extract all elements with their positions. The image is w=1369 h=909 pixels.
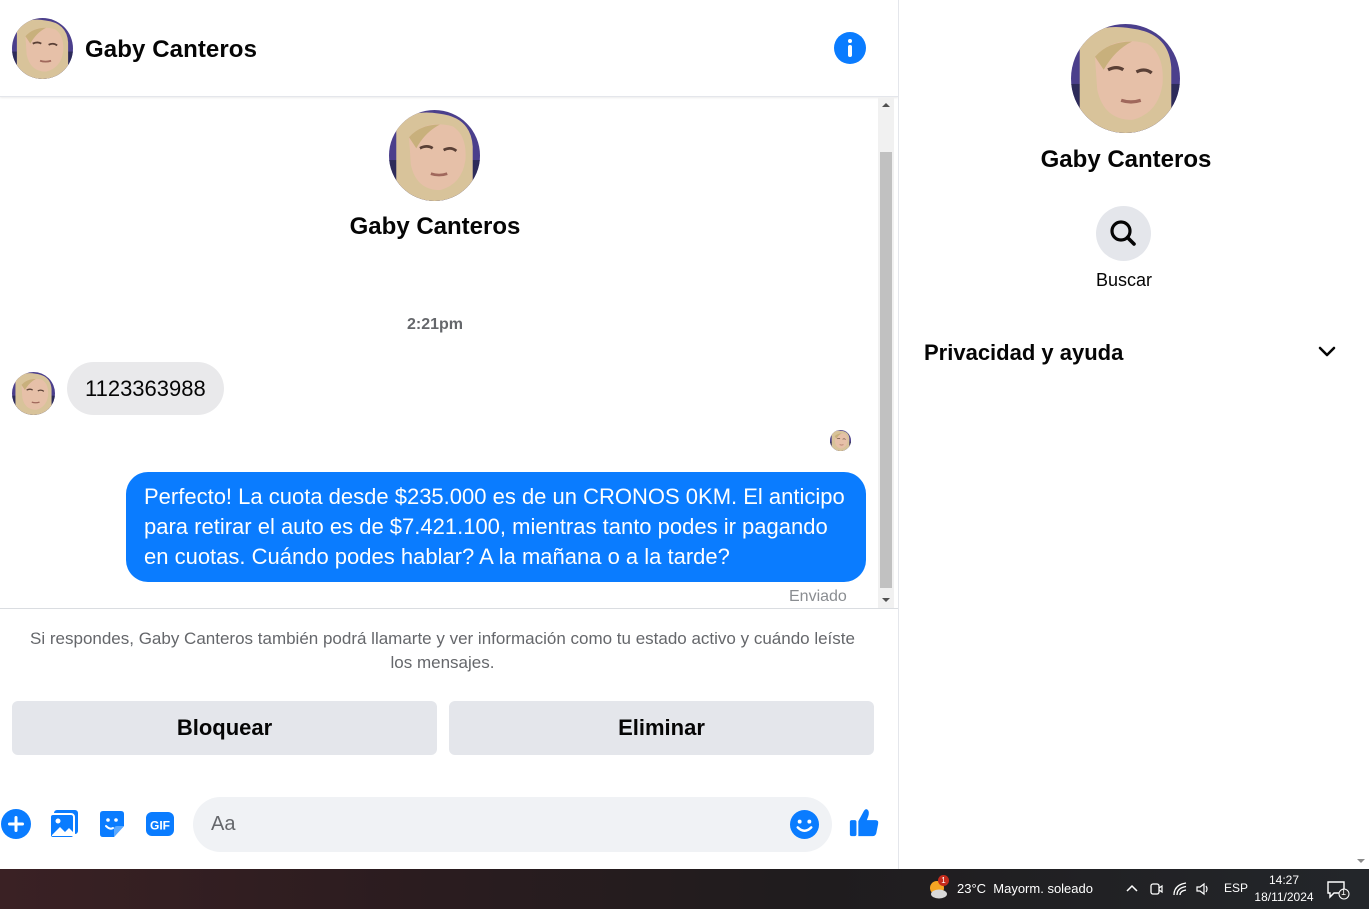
scrollbar[interactable]	[878, 97, 894, 608]
details-contact-name: Gaby Canteros	[1040, 146, 1212, 173]
search-button[interactable]	[1096, 206, 1151, 261]
read-receipt-avatar	[830, 430, 851, 451]
chevron-down-icon	[1318, 346, 1336, 357]
message-composer	[193, 797, 832, 852]
gif-icon[interactable]: GIF	[144, 808, 176, 840]
sticker-icon[interactable]	[96, 808, 128, 840]
avatar[interactable]	[12, 372, 55, 415]
scroll-down-arrow-icon[interactable]	[1356, 857, 1366, 865]
weather-badge: 1	[938, 875, 949, 886]
page-scrollbar[interactable]	[1353, 0, 1369, 869]
scroll-thumb[interactable]	[880, 152, 892, 588]
divider	[0, 608, 898, 609]
language-indicator[interactable]: ESP	[1224, 881, 1248, 895]
message-status: Enviado	[789, 588, 847, 605]
block-button[interactable]: Bloquear	[12, 701, 437, 755]
avatar[interactable]	[12, 18, 73, 79]
avatar[interactable]	[1071, 24, 1180, 133]
like-icon[interactable]	[848, 807, 880, 839]
meet-now-icon[interactable]	[1148, 881, 1164, 897]
photo-icon[interactable]	[48, 808, 80, 840]
incoming-message[interactable]: 1123363988	[67, 362, 224, 415]
scroll-down-arrow-icon[interactable]	[878, 592, 894, 608]
avatar[interactable]	[389, 110, 480, 201]
info-icon[interactable]	[834, 32, 866, 64]
details-panel: Gaby Canteros Buscar Privacidad y ayuda	[898, 0, 1369, 869]
request-notice: Si respondes, Gaby Canteros también podr…	[30, 629, 855, 672]
chat-header: Gaby Canteros	[0, 0, 898, 97]
message-list: Gaby Canteros 2:21pm 1123363988 Perfecto…	[0, 97, 898, 608]
plus-icon[interactable]	[0, 808, 32, 840]
notification-center-icon[interactable]: 1	[1327, 880, 1351, 900]
message-input[interactable]	[211, 797, 781, 852]
speaker-icon[interactable]	[1195, 881, 1211, 897]
message-timestamp: 2:21pm	[406, 316, 464, 333]
privacy-help-label: Privacidad y ayuda	[924, 340, 1124, 365]
emoji-icon[interactable]	[789, 809, 820, 840]
wifi-icon[interactable]	[1172, 881, 1188, 897]
clock-date: 18/11/2024	[1254, 890, 1314, 904]
notification-count: 1	[1341, 887, 1347, 897]
delete-button[interactable]: Eliminar	[449, 701, 874, 755]
scroll-up-arrow-icon[interactable]	[878, 97, 894, 113]
clock[interactable]: 14:27 18/11/2024	[1253, 872, 1315, 906]
taskbar: 1 23°C Mayorm. soleado ESP 14:27 18/11/2…	[0, 869, 1369, 909]
intro-name: Gaby Canteros	[349, 213, 521, 240]
search-label: Buscar	[1095, 270, 1153, 290]
contact-name[interactable]: Gaby Canteros	[85, 36, 257, 64]
chat-panel: Gaby Canteros Gaby Canteros 2:21pm 11233…	[0, 0, 898, 869]
weather-text[interactable]: 23°C Mayorm. soleado	[957, 881, 1093, 896]
chevron-up-icon[interactable]	[1124, 881, 1140, 897]
outgoing-message[interactable]: Perfecto! La cuota desde $235.000 es de …	[126, 472, 866, 582]
clock-time: 14:27	[1268, 873, 1300, 887]
search-icon	[1110, 220, 1136, 246]
svg-text:GIF: GIF	[150, 819, 170, 833]
privacy-help-section[interactable]: Privacidad y ayuda	[911, 330, 1347, 374]
